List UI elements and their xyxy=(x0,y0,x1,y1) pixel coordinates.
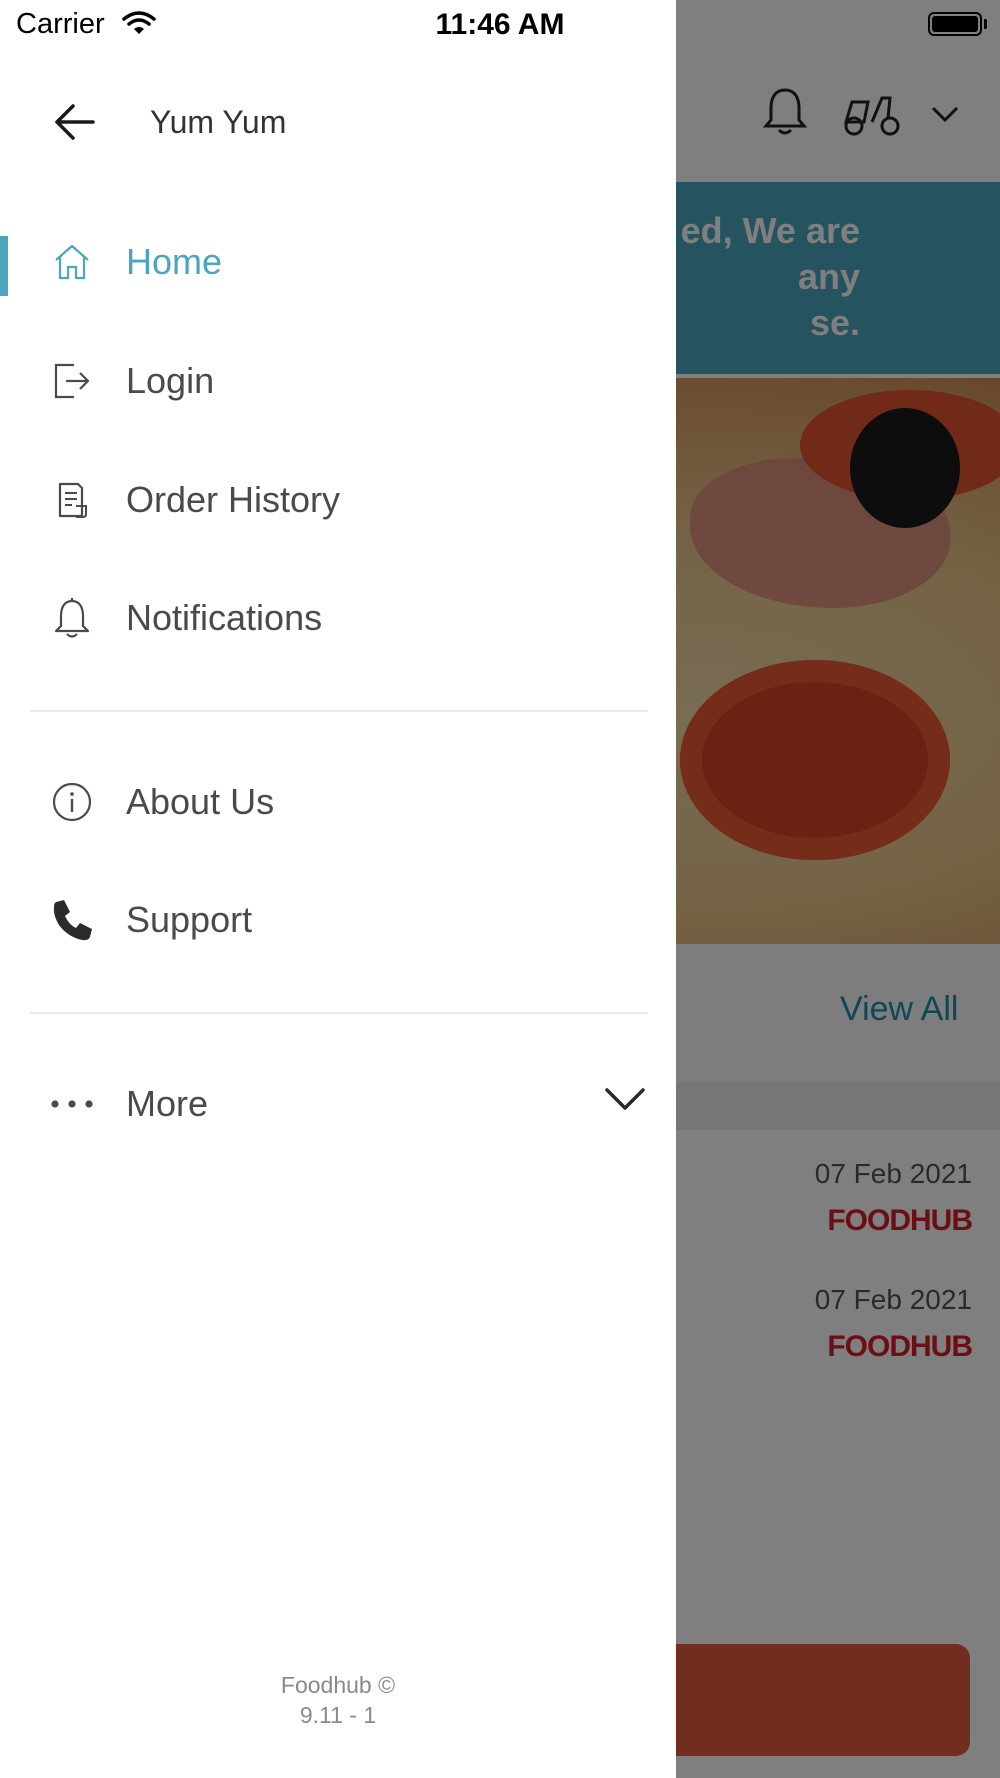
restaurant-title: Yum Yum xyxy=(150,104,287,140)
navigation-drawer: Yum Yum Home Login Order History Notific… xyxy=(0,0,676,1778)
nav-item-about-us[interactable]: About Us xyxy=(0,752,676,852)
chevron-down-icon[interactable] xyxy=(604,1086,646,1117)
nav-label-order-history: Order History xyxy=(126,479,341,520)
order-history-icon xyxy=(50,478,94,522)
nav-item-notifications[interactable]: Notifications xyxy=(0,568,676,668)
footer-brand: Foodhub © xyxy=(280,1672,396,1698)
phone-icon xyxy=(50,898,94,942)
nav-label-home: Home xyxy=(126,241,223,282)
drawer-footer: Foodhub © 9.11 - 1 xyxy=(0,1670,676,1730)
info-icon xyxy=(50,780,94,824)
nav-label-more: More xyxy=(126,1083,209,1124)
nav-item-support[interactable]: Support xyxy=(0,870,676,970)
nav-item-order-history[interactable]: Order History xyxy=(0,450,676,550)
nav-label-support: Support xyxy=(126,899,253,940)
nav-item-more[interactable]: More xyxy=(0,1054,676,1154)
status-bar: Carrier 11:46 AM xyxy=(0,0,1000,50)
drawer-divider xyxy=(30,710,648,712)
nav-label-about-us: About Us xyxy=(126,781,275,822)
arrow-left-icon xyxy=(53,103,95,146)
more-dots-icon xyxy=(50,1082,94,1126)
login-icon xyxy=(50,359,94,403)
status-time: 11:46 AM xyxy=(435,8,565,41)
nav-item-home[interactable]: Home xyxy=(0,212,676,312)
app-version: 9.11 - 1 xyxy=(299,1702,377,1728)
back-button[interactable] xyxy=(44,94,104,154)
battery-icon xyxy=(928,12,982,36)
active-indicator xyxy=(0,236,8,296)
wifi-icon xyxy=(122,10,156,41)
nav-label-notifications: Notifications xyxy=(126,597,323,638)
home-icon xyxy=(50,240,94,284)
carrier-label: Carrier xyxy=(16,8,105,40)
nav-label-login: Login xyxy=(126,360,215,401)
drawer-divider xyxy=(30,1012,648,1014)
battery-tip xyxy=(984,19,987,29)
bell-icon xyxy=(50,596,94,640)
nav-item-login[interactable]: Login xyxy=(0,331,676,431)
